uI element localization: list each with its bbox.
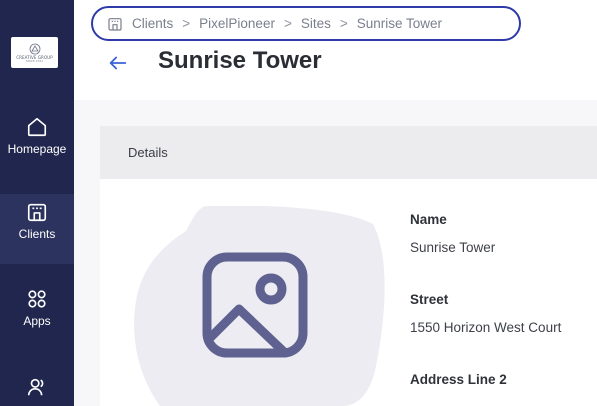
company-logo[interactable]: CREATIVE GROUP SINCE 2021 (11, 37, 58, 68)
logo-mark-icon (29, 43, 40, 55)
breadcrumb-item-clients[interactable]: Clients (132, 16, 173, 31)
sidebar-item-label: Clients (18, 227, 56, 241)
breadcrumb: Clients > PixelPioneer > Sites > Sunrise… (91, 6, 521, 41)
field-label-name: Name (410, 212, 447, 227)
details-card: Details Name Sunrise Tower Street 1550 H… (100, 126, 597, 406)
sidebar-item-clients[interactable]: Clients (0, 194, 74, 264)
breadcrumb-separator: > (339, 16, 348, 31)
building-icon (27, 203, 47, 222)
sidebar-item-homepage[interactable]: Homepage (0, 112, 74, 172)
home-icon (27, 117, 47, 137)
breadcrumb-item-current: Sunrise Tower (356, 16, 443, 31)
building-icon (107, 16, 123, 32)
arrow-left-icon[interactable] (107, 52, 129, 74)
logo-subtext: SINCE 2021 (25, 59, 44, 63)
app-root: CREATIVE GROUP SINCE 2021 Homepage Clien… (0, 0, 597, 406)
field-label-address-line-2: Address Line 2 (410, 372, 507, 387)
users-icon (27, 378, 44, 396)
breadcrumb-separator: > (283, 16, 292, 31)
image-placeholder-icon (202, 252, 308, 358)
sidebar-item-users[interactable] (0, 372, 74, 406)
field-value-name: Sunrise Tower (410, 240, 496, 255)
details-section-title: Details (100, 126, 597, 179)
breadcrumb-separator: > (182, 16, 191, 31)
page-header: Clients > PixelPioneer > Sites > Sunrise… (74, 0, 597, 100)
field-label-street: Street (410, 292, 449, 307)
page-title: Sunrise Tower (158, 47, 322, 74)
sidebar: CREATIVE GROUP SINCE 2021 Homepage Clien… (0, 0, 74, 406)
field-value-street: 1550 Horizon West Court (410, 320, 562, 335)
sidebar-item-label: Apps (23, 314, 51, 328)
breadcrumb-item-client[interactable]: PixelPioneer (199, 16, 275, 31)
sidebar-item-label: Homepage (7, 142, 67, 156)
apps-grid-icon (28, 290, 46, 308)
breadcrumb-item-sites[interactable]: Sites (301, 16, 331, 31)
sidebar-item-apps[interactable]: Apps (0, 284, 74, 348)
